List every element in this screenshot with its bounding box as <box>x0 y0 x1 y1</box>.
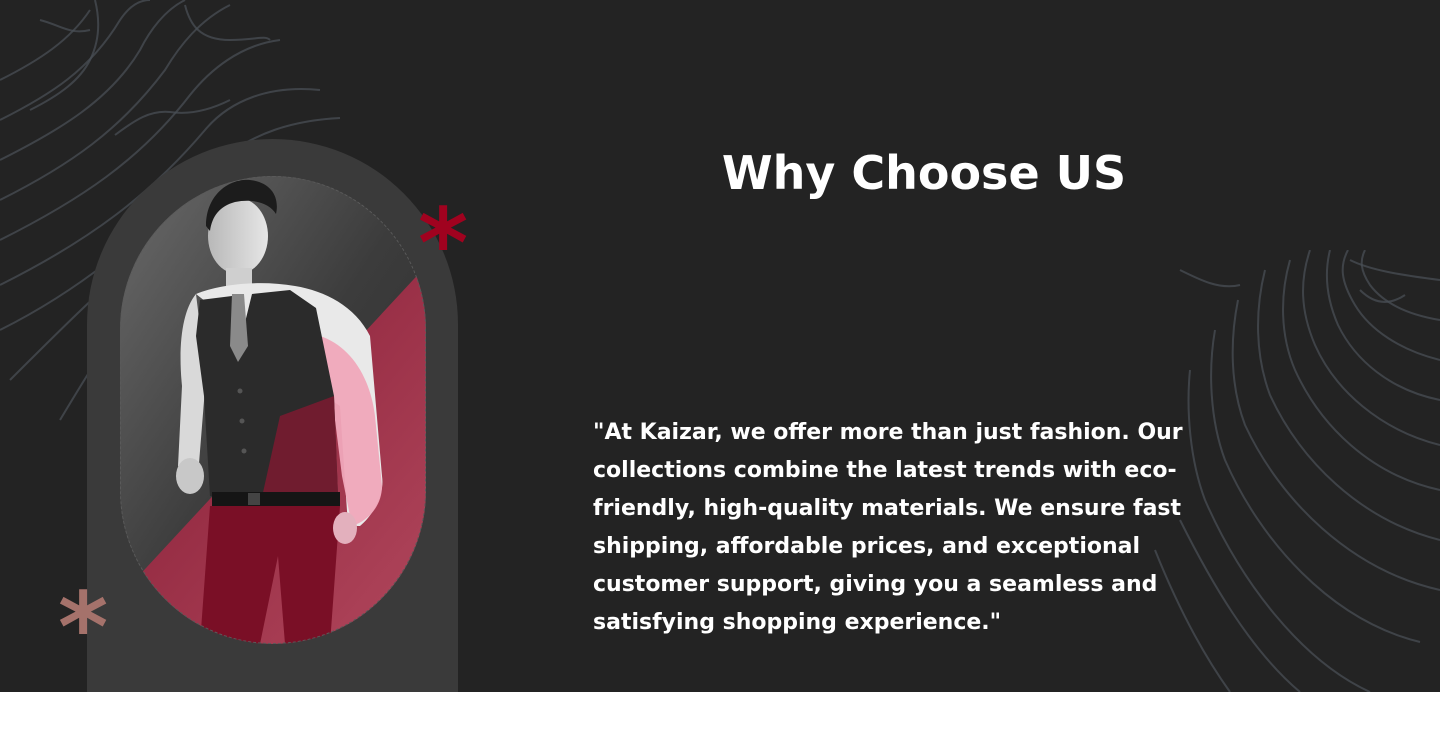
why-choose-us-section: * * Why Choose US "At Kaizar, we offer m… <box>0 0 1440 692</box>
fashion-model-image <box>120 176 426 644</box>
page-bottom-area <box>0 692 1440 746</box>
section-title: Why Choose US <box>721 146 1127 200</box>
asterisk-icon-top: * <box>418 188 469 300</box>
asterisk-icon-bottom: * <box>58 572 109 684</box>
section-description: "At Kaizar, we offer more than just fash… <box>593 420 1183 635</box>
